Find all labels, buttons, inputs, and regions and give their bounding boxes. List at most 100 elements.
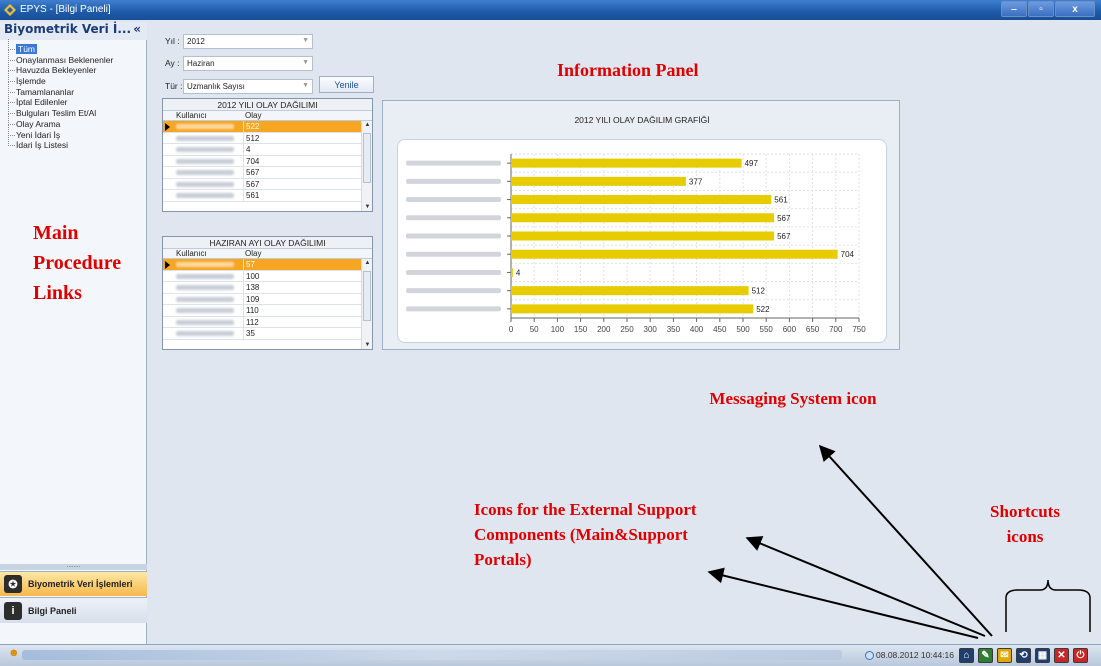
tree-item-completed[interactable]: Tamamlananlar [6, 81, 113, 98]
table-row[interactable]: 110 [163, 305, 372, 317]
count-cell: 567 [243, 178, 343, 189]
blurred-user-cell [163, 144, 243, 155]
bar [511, 249, 838, 259]
x-tick-label: 450 [713, 325, 727, 334]
x-tick-label: 250 [620, 325, 634, 334]
table-row[interactable]: 57 [163, 259, 372, 271]
column-user[interactable]: Kullanıcı [163, 249, 243, 258]
count-cell: 704 [243, 155, 343, 166]
shortcut-icon[interactable]: ▦ [1035, 648, 1050, 663]
tree-item-cancelled[interactable]: İptal Edilenler [6, 92, 113, 108]
sidebar-splitter[interactable]: ........ [0, 563, 147, 570]
column-count[interactable]: Olay [243, 111, 343, 120]
scroll-thumb[interactable] [363, 133, 371, 183]
chevron-down-icon: ▼ [302, 37, 309, 44]
bar [511, 304, 754, 314]
x-tick-label: 400 [690, 325, 704, 334]
bar [511, 195, 772, 205]
messaging-icon[interactable]: ✉ [997, 648, 1012, 663]
table-row[interactable]: 704 [163, 155, 372, 167]
blurred-user-cell [163, 294, 243, 305]
x-tick-label: 150 [574, 325, 588, 334]
nav-biometric-label: Biyometrik Veri İşlemleri [28, 579, 133, 589]
table-row[interactable]: 35 [163, 328, 372, 340]
table-row[interactable]: 138 [163, 282, 372, 294]
month-select[interactable]: Haziran ▼ [183, 56, 313, 71]
scroll-down-icon[interactable]: ▼ [362, 204, 373, 210]
nav-biometric-operations[interactable]: ✪ Biyometrik Veri İşlemleri [0, 571, 147, 596]
bar-chart: 0 50 100 150 200 250 300 350 400 450 500 550 600 650 7… [406, 153, 866, 334]
column-count[interactable]: Olay [243, 249, 343, 258]
grid-scrollbar[interactable]: ▲ ▼ [361, 259, 372, 349]
bar-value-label: 497 [745, 159, 759, 168]
blurred-user-cell [163, 179, 243, 190]
annotation-shortcuts: Shortcuts icons [990, 502, 1060, 546]
blurred-category-label [406, 251, 501, 257]
status-ribbon [22, 650, 842, 660]
scroll-up-icon[interactable]: ▲ [362, 122, 373, 128]
month-value: Haziran [187, 59, 215, 68]
chevron-down-icon: ▼ [302, 82, 309, 89]
blurred-user-cell [163, 121, 243, 132]
count-cell: 512 [243, 132, 343, 143]
table-row[interactable]: 522 [163, 121, 372, 133]
table-row[interactable]: 100 [163, 270, 372, 282]
minimize-button[interactable]: – [1001, 1, 1027, 17]
tree-item-in-progress[interactable]: İşlemde [6, 71, 113, 87]
blurred-category-label [406, 269, 501, 275]
collapse-sidebar-button[interactable]: « [133, 22, 141, 36]
column-user[interactable]: Kullanıcı [163, 111, 243, 120]
grid-scrollbar[interactable]: ▲ ▼ [361, 121, 372, 211]
refresh-button[interactable]: Yenile [319, 76, 374, 93]
type-value: Uzmanlık Sayısı [187, 82, 245, 91]
app-logo-icon [4, 4, 16, 16]
tree-item-all[interactable]: Tüm [6, 39, 113, 55]
year-select[interactable]: 2012 ▼ [183, 34, 313, 49]
blurred-category-label [406, 288, 501, 294]
power-icon[interactable]: ⏻ [1073, 648, 1088, 663]
year-label: Yıl : [165, 36, 180, 46]
chart-title: 2012 YILI OLAY DAĞILIM GRAFİĞİ [574, 115, 710, 125]
table-row[interactable]: 4 [163, 144, 372, 156]
x-tick-label: 650 [806, 325, 820, 334]
scroll-thumb[interactable] [363, 271, 371, 321]
tree-item-event-search[interactable]: Olay Arama [6, 113, 113, 130]
user-icon: ☻ [8, 647, 20, 659]
grid-title: HAZIRAN AYI OLAY DAĞILIMI [163, 237, 372, 249]
restore-button[interactable]: ▫ [1028, 1, 1054, 17]
table-row[interactable]: 567 [163, 167, 372, 179]
bar-value-label: 512 [752, 287, 766, 296]
month-event-grid: HAZIRAN AYI OLAY DAĞILIMI Kullanıcı Olay… [162, 236, 373, 350]
count-cell: 561 [243, 190, 343, 201]
table-row[interactable]: 112 [163, 316, 372, 328]
tree-item-deliver-findings[interactable]: Bulguları Teslim Et/Al [6, 103, 113, 119]
x-tick-label: 350 [667, 325, 681, 334]
tree-item-awaiting-approval[interactable]: Onaylanması Beklenenler [6, 49, 113, 66]
close-button[interactable]: x [1055, 1, 1095, 17]
scroll-up-icon[interactable]: ▲ [362, 260, 373, 266]
x-tick-label: 0 [509, 325, 514, 334]
status-bar: ☻ 08.08.2012 10:44:16 ⌂ ✎ ✉ ⟲ ▦ ✕ ⏻ [0, 644, 1101, 666]
clock-icon [865, 650, 874, 660]
nav-info-panel[interactable]: i Bilgi Paneli [0, 597, 147, 623]
sidebar: Biyometrik Veri İ... « Tüm Onaylanması B… [0, 22, 147, 644]
refresh-icon[interactable]: ⟲ [1016, 648, 1031, 663]
grid-body: 522 512 4 704 567 567 561 [163, 121, 372, 202]
blurred-user-cell [163, 156, 243, 167]
type-select[interactable]: Uzmanlık Sayısı ▼ [183, 79, 313, 94]
support-portal-icon[interactable]: ✎ [978, 648, 993, 663]
chevron-down-icon: ▼ [302, 59, 309, 66]
tree-item-admin-job-list[interactable]: İdari İş Listesi [6, 135, 113, 151]
table-row[interactable]: 512 [163, 132, 372, 144]
close-red-icon[interactable]: ✕ [1054, 648, 1069, 663]
tree-item-in-pool[interactable]: Havuzda Bekleyenler [6, 60, 113, 76]
table-row[interactable]: 567 [163, 178, 372, 190]
home-icon[interactable]: ⌂ [959, 648, 974, 663]
table-row[interactable]: 109 [163, 293, 372, 305]
sidebar-title: Biyometrik Veri İ... [4, 22, 132, 36]
tree-item-new-admin-job[interactable]: Yeni İdari İş [6, 124, 113, 141]
scroll-down-icon[interactable]: ▼ [362, 342, 373, 348]
table-row[interactable]: 561 [163, 190, 372, 202]
blurred-user-cell [163, 190, 243, 201]
chart-frame: 0 50 100 150 200 250 300 350 400 450 500 550 600 650 7… [397, 139, 887, 343]
